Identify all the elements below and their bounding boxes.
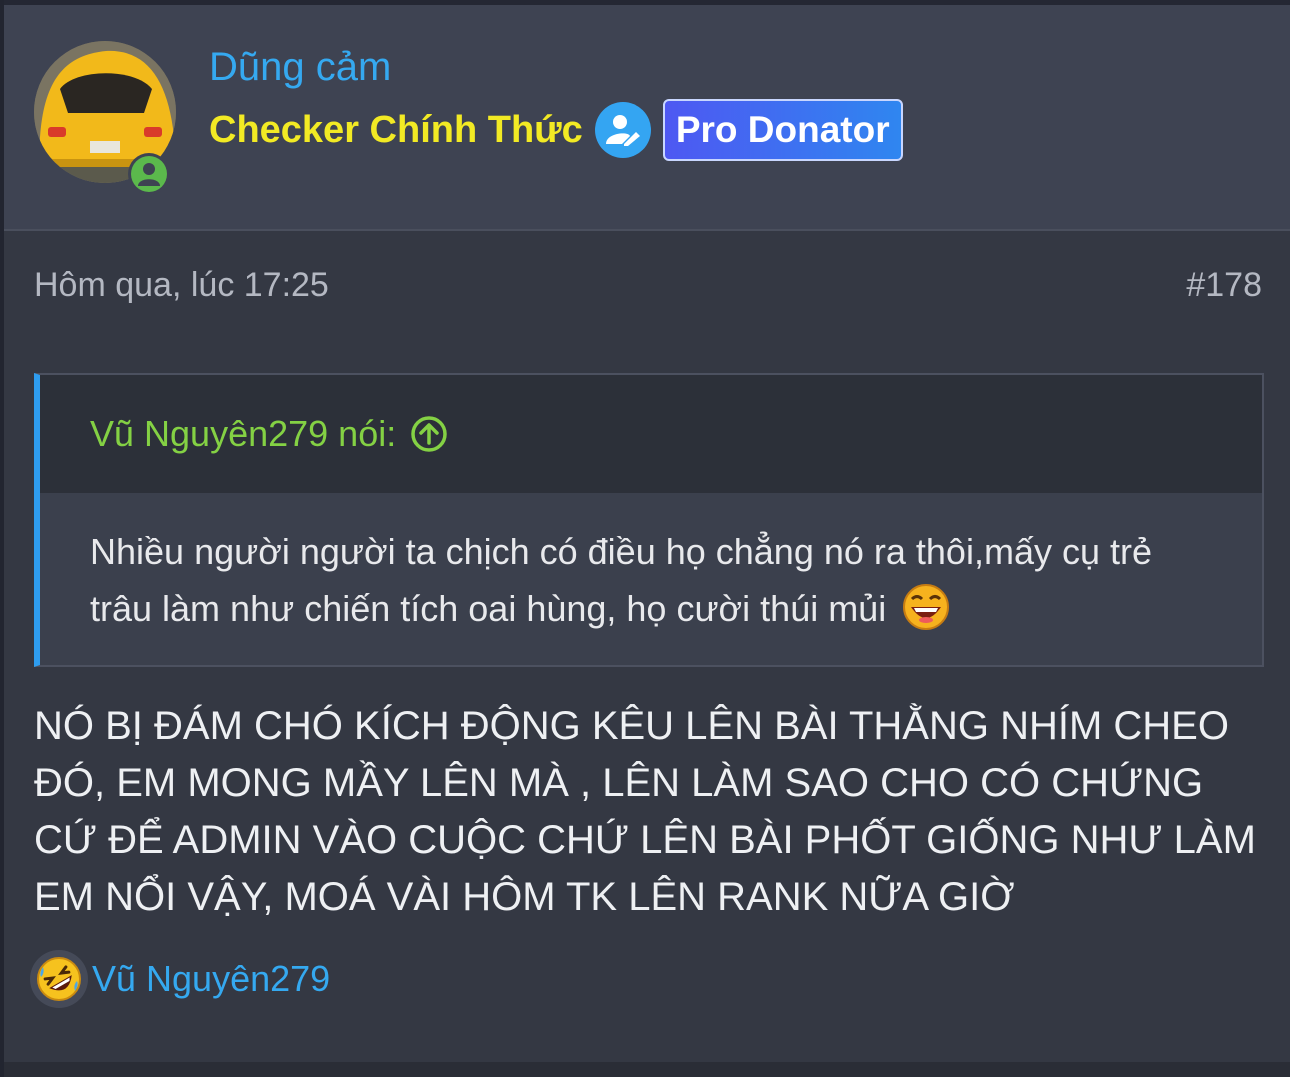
post-container: Dũng cảm Checker Chính Thức Pro Donator … <box>0 0 1290 1077</box>
post-date[interactable]: Hôm qua, lúc 17:25 <box>34 266 329 305</box>
post-divider <box>4 1062 1290 1077</box>
post-number[interactable]: #178 <box>1186 266 1262 305</box>
user-edit-icon <box>594 102 651 158</box>
online-user-icon <box>131 156 167 192</box>
quote-block: Vũ Nguyên279 nói: Nhiều người người ta c… <box>34 373 1264 667</box>
reactions-bar[interactable]: Vũ Nguyên279 <box>30 950 330 1008</box>
quote-text: Nhiều người người ta chịch có điều họ ch… <box>90 531 1152 629</box>
online-status <box>128 153 170 195</box>
user-title: Checker Chính Thức <box>209 109 583 151</box>
reaction-user-link[interactable]: Vũ Nguyên279 <box>92 958 330 1000</box>
pro-donator-badge[interactable]: Pro Donator <box>662 99 903 161</box>
rolling-laugh-emoji[interactable] <box>30 950 88 1008</box>
user-header: Dũng cảm Checker Chính Thức Pro Donator <box>4 0 1290 231</box>
laughing-emoji <box>902 583 950 631</box>
post-meta: Hôm qua, lúc 17:25 #178 <box>34 266 1262 305</box>
quote-body: Nhiều người người ta chịch có điều họ ch… <box>40 493 1262 637</box>
avatar-wrap[interactable] <box>34 41 180 195</box>
post-message: NÓ BỊ ĐÁM CHÓ KÍCH ĐỘNG KÊU LÊN BÀI THẰN… <box>34 704 1256 919</box>
username[interactable]: Dũng cảm <box>209 43 391 91</box>
quote-header[interactable]: Vũ Nguyên279 nói: <box>40 375 1262 493</box>
quote-author[interactable]: Vũ Nguyên279 nói: <box>90 413 396 455</box>
arrow-up-circle-icon[interactable] <box>410 415 448 453</box>
user-title-row: Checker Chính Thức Pro Donator <box>209 99 903 161</box>
